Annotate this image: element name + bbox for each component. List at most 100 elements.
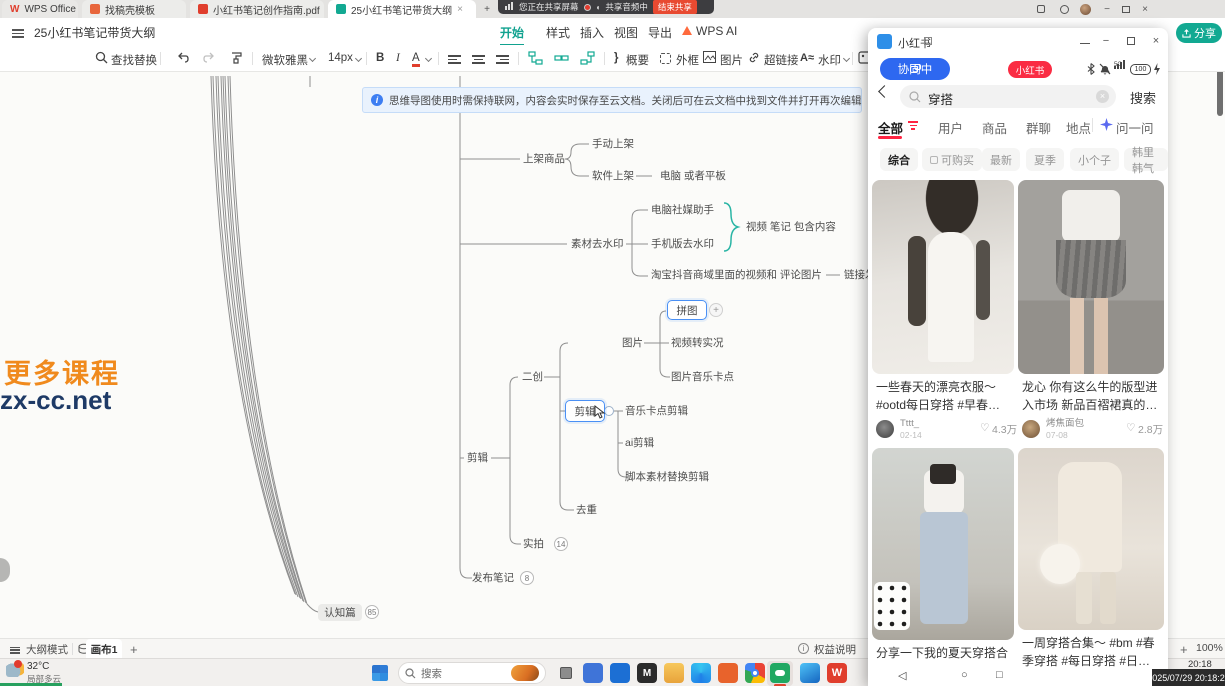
chevron-down-icon[interactable] [355,55,362,62]
new-tab-button[interactable]: + [480,2,494,16]
avatar[interactable] [876,420,894,438]
edge-icon[interactable] [691,663,711,683]
map-node-shangjia[interactable]: 上架商品 [523,152,565,166]
menu-style[interactable]: 样式 [546,24,570,41]
menu-export[interactable]: 导出 [648,24,672,41]
start-button[interactable] [372,665,388,681]
map-node-shoudong[interactable]: 手动上架 [592,137,634,151]
search-button[interactable]: 搜索 [1130,88,1156,107]
frame-icon[interactable] [660,53,671,64]
bold-button[interactable]: B [376,52,384,64]
close-button[interactable]: × [1138,2,1152,16]
note-image[interactable] [872,448,1014,640]
map-node-ruanjian[interactable]: 软件上架 [592,169,634,183]
tab-wps-home[interactable]: W WPS Office [2,0,78,18]
format-painter-icon[interactable] [230,51,243,64]
heart-icon[interactable]: ♡ [980,422,989,434]
taskbar-temp[interactable]: 32°C [27,661,49,672]
hyperlink-button[interactable]: 超链接 [764,52,799,68]
phone-restore-button[interactable] [1123,33,1139,49]
phone-close-button[interactable]: × [1148,33,1164,49]
canvas-tab[interactable]: 画布1 [86,639,122,659]
nav-back-button[interactable]: ◁ [898,669,906,682]
watermark-button[interactable]: 水印 [818,52,841,68]
media-player-icon[interactable]: M [637,663,657,683]
note-user[interactable]: 烤焦面包 [1046,419,1084,429]
note-title[interactable]: 分享一下我的夏天穿搭合 [876,644,1010,662]
back-chevron-icon[interactable] [878,85,891,98]
photos-icon[interactable] [800,663,820,683]
note-title[interactable]: 一些春天的漂亮衣服～ #ootd每日穿搭 #早春… [876,378,1010,414]
add-canvas-button[interactable]: + [130,642,138,657]
tab-goods[interactable]: 商品 [982,118,1007,137]
map-node-renzhi[interactable]: 认知篇 [318,604,362,621]
globe-icon[interactable] [1057,2,1071,16]
note-image[interactable] [1018,448,1164,630]
tab-mindmap-active[interactable]: 25小红书笔记带货大纲 × [328,0,476,18]
stop-share-button[interactable]: 结束共享 [653,0,697,14]
tab-users[interactable]: 用户 [938,118,963,137]
align-right-icon[interactable] [496,53,509,66]
map-node-aijianji[interactable]: ai剪辑 [625,436,654,450]
map-node-shemei[interactable]: 电脑社媒助手 [651,203,714,217]
map-node-shipinzhuan[interactable]: 视频转实况 [671,336,724,350]
tab-all[interactable]: 全部 [878,118,903,137]
map-node-erchuang[interactable]: 二创 [522,370,543,384]
workspace-icon[interactable] [1034,2,1048,16]
chip-petite[interactable]: 小个子 [1070,148,1119,171]
note-user[interactable]: Tttt_ [900,419,919,429]
chip-korean[interactable]: 韩里韩气 [1124,148,1168,171]
outline-mode-button[interactable]: 大纲模式 [26,642,68,657]
font-family-select[interactable]: 微软雅黑 [262,52,308,68]
main-menu-icon[interactable] [12,27,24,40]
chevron-down-icon[interactable] [425,55,432,62]
note-title[interactable]: 龙心 你有这么牛的版型进入市场 新品百褶裙真的… [1022,378,1160,414]
align-center-icon[interactable] [472,53,485,66]
map-node-yinyue[interactable]: 音乐卡点剪辑 [625,404,688,418]
clear-search-icon[interactable]: × [1096,90,1109,103]
chevron-down-icon[interactable] [309,55,316,62]
map-node-shouji[interactable]: 手机版去水印 [651,237,714,251]
undo-icon[interactable] [176,51,190,64]
map-node-fabu[interactable]: 发布笔记 [472,571,514,585]
heart-icon[interactable]: ♡ [1126,422,1135,434]
avatar[interactable] [1022,420,1040,438]
collapsed-count-badge[interactable]: 8 [520,571,534,585]
note-image[interactable] [872,180,1014,374]
chevron-down-icon[interactable] [843,55,850,62]
orange-app-icon[interactable] [718,663,738,683]
frame-button[interactable]: 外框 [676,52,699,68]
align-left-icon[interactable] [448,53,461,66]
task-view-icon[interactable] [556,663,576,683]
font-color-button[interactable]: A [412,52,420,67]
collapsed-count-badge[interactable]: 85 [365,605,379,619]
chrome-icon[interactable] [745,663,765,683]
taskbar-search[interactable]: 搜索 [398,662,546,684]
chip-newest[interactable]: 最新 [982,148,1020,171]
nav-home-button[interactable]: ○ [961,669,968,681]
tab-places[interactable]: 地点 [1066,118,1091,137]
note-title[interactable]: 一周穿搭合集～ #bm #春季穿搭 #每日穿搭 #日… [1022,634,1160,670]
summary-button[interactable]: 概要 [626,52,649,68]
menu-start[interactable]: 开始 [500,24,524,46]
menu-view[interactable]: 视图 [614,24,638,41]
map-node-shipai[interactable]: 实拍 [523,537,544,551]
image-button[interactable]: 图片 [720,52,743,68]
widgets-icon[interactable] [583,663,603,683]
collapsed-count-badge[interactable]: 14 [554,537,568,551]
map-node-kadian[interactable]: 图片音乐卡点 [671,370,734,384]
collab-status-pill[interactable]: 协同中 [880,58,950,80]
chip-buyable[interactable]: 可购买 [922,148,982,171]
chip-summer[interactable]: 夏季 [1026,148,1064,171]
chip-all[interactable]: 综合 [880,148,918,171]
menu-insert[interactable]: 插入 [580,24,604,41]
file-explorer-icon[interactable] [664,663,684,683]
map-node-jiaoben[interactable]: 脚本素材替换剪辑 [625,470,709,484]
font-size-select[interactable]: 14px [328,52,353,64]
search-input[interactable]: 穿搭 × [900,85,1116,108]
restore-button[interactable] [1119,2,1133,16]
map-node-quzhong[interactable]: 去重 [576,503,597,517]
tab-groups[interactable]: 群聊 [1026,118,1051,137]
wps-office-icon[interactable]: W [827,663,847,683]
avatar[interactable] [1078,2,1092,16]
